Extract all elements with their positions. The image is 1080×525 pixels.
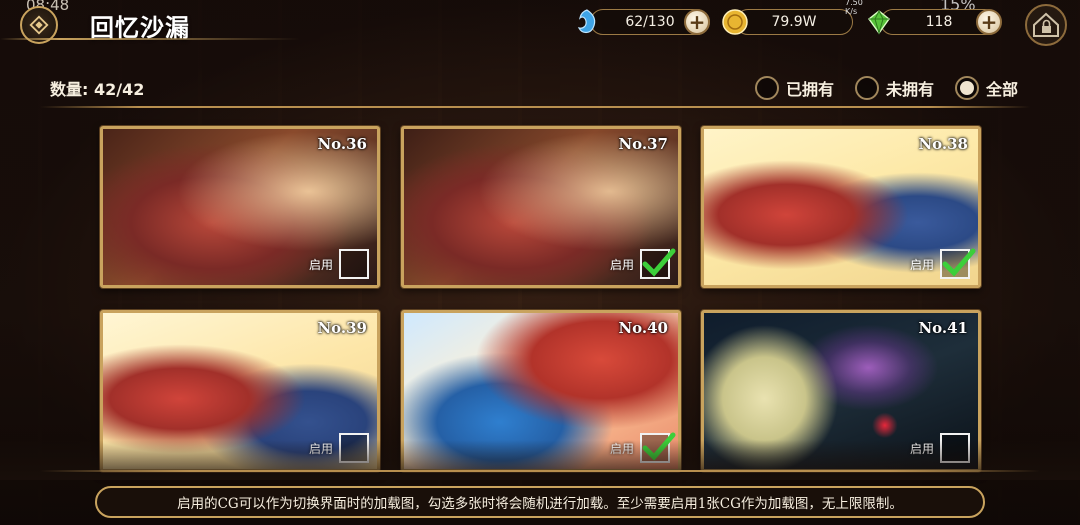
enable-label: 启用 — [308, 257, 333, 272]
filter-not-owned[interactable]: 未拥有 — [855, 76, 934, 100]
cg-card[interactable]: No.38 启用 — [701, 126, 981, 288]
green-gem-icon — [864, 7, 894, 37]
cg-number: No.40 — [618, 319, 668, 337]
filter-all[interactable]: 全部 — [955, 76, 1018, 100]
scroll-fade — [0, 440, 1080, 480]
cg-number: No.41 — [918, 319, 968, 337]
footer-divider — [40, 470, 1040, 472]
enable-checkbox[interactable] — [940, 248, 976, 279]
cg-card[interactable]: No.37 启用 — [401, 126, 681, 288]
lock-button[interactable] — [1020, 2, 1072, 48]
cg-number: No.37 — [618, 135, 668, 153]
enable-toggle[interactable]: 启用 — [909, 248, 976, 279]
header-divider — [40, 106, 1030, 108]
gold-value: 79.9W — [771, 14, 817, 30]
enable-checkbox[interactable] — [339, 249, 369, 279]
blue-crystal-icon — [572, 7, 602, 37]
radio-owned[interactable] — [755, 76, 779, 100]
radio-not-owned[interactable] — [855, 76, 879, 100]
enable-label: 启用 — [909, 257, 934, 272]
checkmark-icon — [942, 248, 976, 277]
filter-not-owned-label: 未拥有 — [886, 80, 935, 99]
enable-label: 启用 — [609, 257, 634, 272]
filter-owned[interactable]: 已拥有 — [755, 76, 834, 100]
cg-card[interactable]: No.36 启用 — [100, 126, 380, 288]
enable-toggle[interactable]: 启用 — [309, 249, 369, 279]
collection-count: 数量: 42/42 — [50, 76, 144, 100]
diamond-back-icon — [29, 15, 49, 35]
filter-owned-label: 已拥有 — [786, 80, 835, 99]
gem-value: 118 — [925, 14, 953, 30]
cg-number: No.36 — [317, 135, 367, 153]
enable-toggle[interactable]: 启用 — [609, 248, 676, 279]
add-gems-button[interactable]: + — [976, 9, 1002, 35]
count-label: 数量: — [50, 80, 89, 99]
gold-counter: 79.9W — [735, 9, 853, 35]
count-value: 42/42 — [93, 80, 145, 99]
gold-coin-icon — [720, 7, 750, 37]
radio-selected-dot — [960, 81, 974, 95]
filter-all-label: 全部 — [986, 80, 1019, 99]
network-speed: 7.50 K/s — [845, 0, 863, 16]
stamina-value: 62/130 — [625, 14, 675, 30]
enable-checkbox[interactable] — [640, 248, 676, 279]
cg-number: No.38 — [918, 135, 968, 153]
title-underline — [0, 38, 300, 40]
cg-number: No.39 — [317, 319, 367, 337]
info-banner: 启用的CG可以作为切换界面时的加载图，勾选多张时将会随机进行加载。至少需要启用1… — [95, 486, 985, 518]
house-lock-icon — [1025, 4, 1067, 46]
add-stamina-button[interactable]: + — [684, 9, 710, 35]
radio-all[interactable] — [955, 76, 979, 100]
checkmark-icon — [642, 248, 676, 277]
info-text: 启用的CG可以作为切换界面时的加载图，勾选多张时将会随机进行加载。至少需要启用1… — [177, 496, 903, 512]
